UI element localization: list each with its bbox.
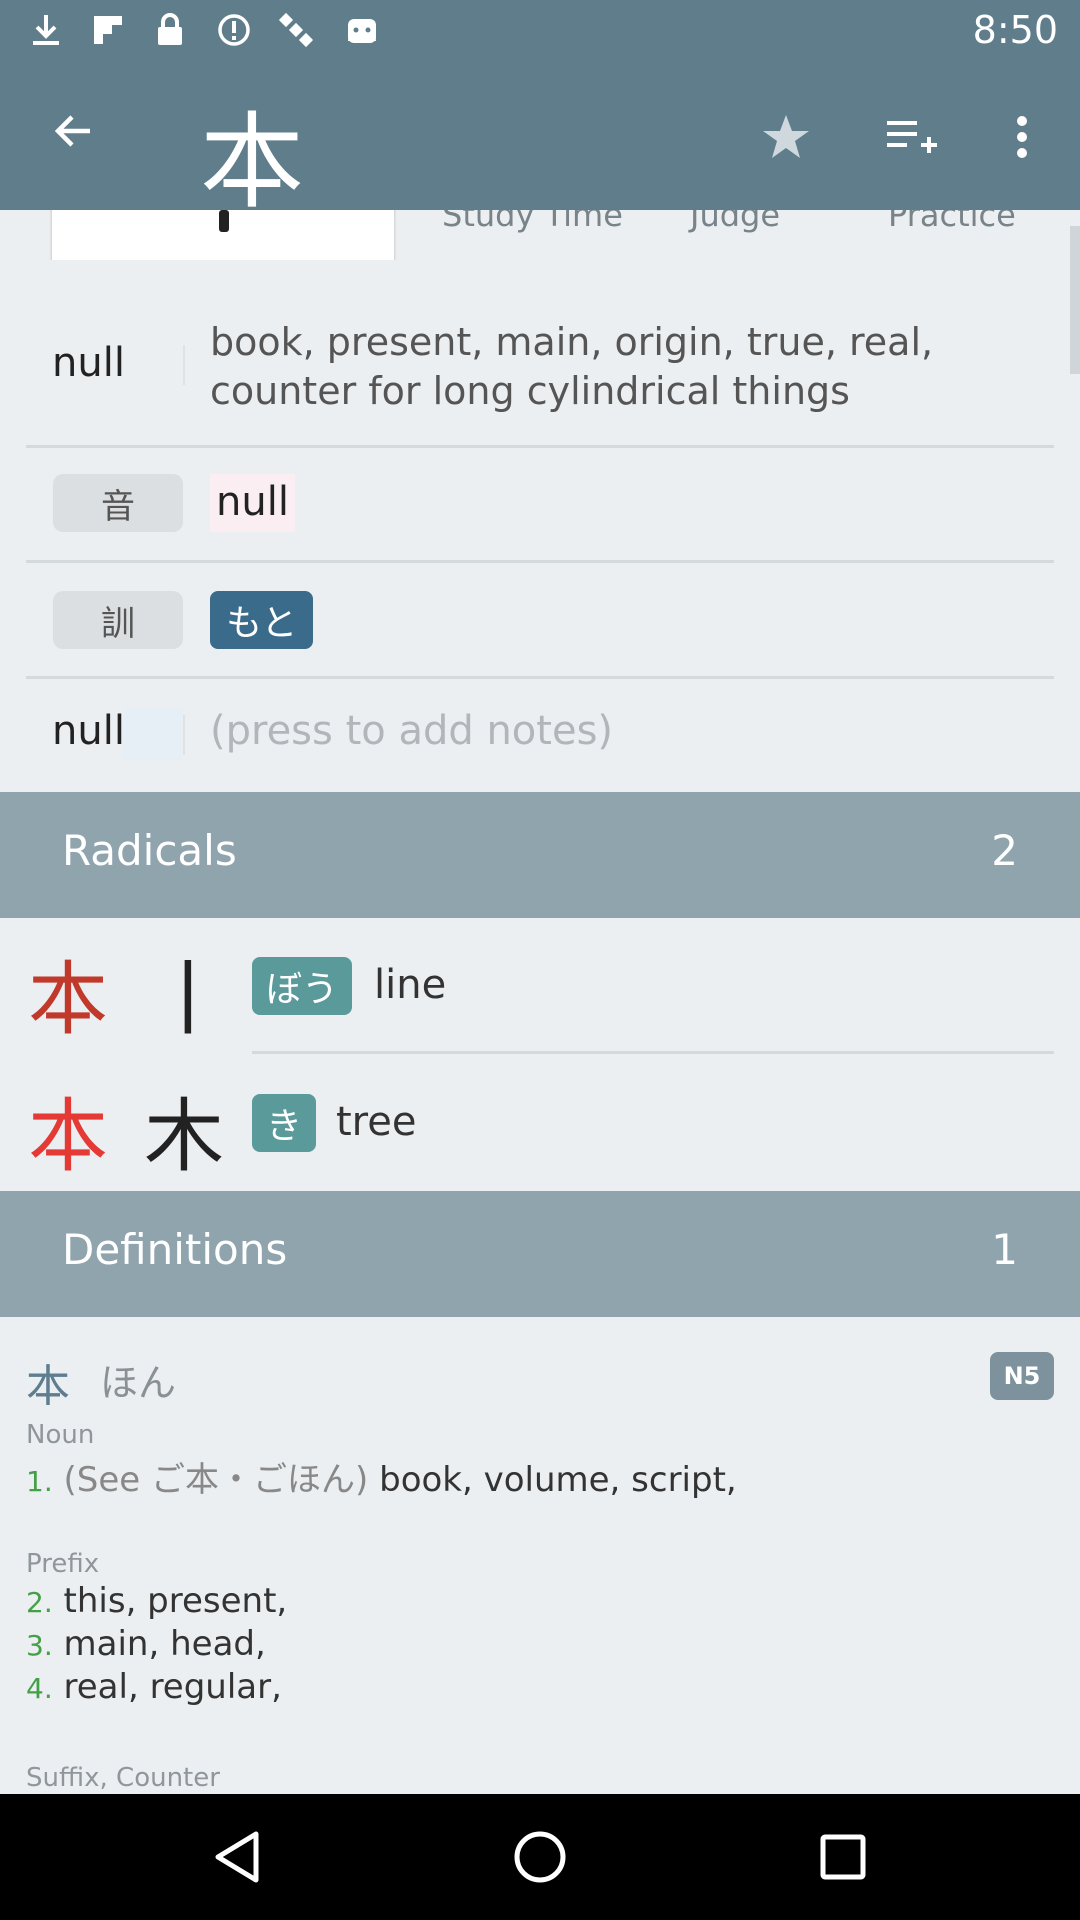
- part-of-speech: Prefix: [26, 1549, 100, 1579]
- part-of-speech: Suffix, Counter: [26, 1763, 220, 1793]
- sense-item: 2. this, present,: [26, 1581, 288, 1621]
- page-title: 本: [200, 101, 305, 223]
- scrollbar[interactable]: [1070, 226, 1080, 374]
- notes-label: null: [52, 708, 125, 754]
- sense-item: 3. main, head,: [26, 1624, 266, 1664]
- more-vert-icon[interactable]: [992, 107, 1052, 167]
- recents-square-icon[interactable]: [810, 1824, 876, 1890]
- radical-part: 丨: [148, 953, 228, 1046]
- status-time: 8:50: [972, 8, 1058, 52]
- sense-item: 1. (See ご本・ごほん) book, volume, script,: [26, 1460, 737, 1500]
- divider: [26, 676, 1054, 679]
- navigation-bar: [0, 1794, 1080, 1920]
- meaning-text: book, present, main, origin, true, real,…: [210, 320, 934, 413]
- back-triangle-icon[interactable]: [204, 1824, 270, 1890]
- lock-icon: [152, 12, 188, 48]
- radicals-header[interactable]: Radicals 2: [0, 792, 1080, 918]
- radical-reading-chip: き: [252, 1094, 317, 1152]
- definitions-title: Definitions: [62, 1225, 288, 1274]
- tab-study-time[interactable]: Study Time: [442, 210, 623, 234]
- divider: [252, 1051, 1054, 1054]
- radical-kanji: 本: [28, 953, 108, 1046]
- radicals-title: Radicals: [62, 826, 237, 875]
- download-icon: [28, 12, 64, 48]
- home-circle-icon[interactable]: [507, 1824, 573, 1890]
- study-tabs: Study Time Judge Practice: [0, 210, 1080, 260]
- notes-field[interactable]: (press to add notes): [210, 708, 613, 754]
- tab-judge[interactable]: Judge: [690, 210, 780, 234]
- definition-word: 本: [26, 1361, 70, 1412]
- radical-kanji: 本: [28, 1090, 108, 1183]
- meaning-label: null: [52, 340, 125, 386]
- sense-item: 4. real, regular,: [26, 1667, 282, 1707]
- satellite-icon: [278, 12, 314, 48]
- flipboard-icon: [90, 12, 126, 48]
- divider: [26, 560, 1054, 563]
- divider: [26, 445, 1054, 448]
- playlist-add-icon[interactable]: [882, 107, 942, 167]
- app-bar: 本: [0, 63, 1080, 223]
- android-icon: [344, 12, 380, 48]
- star-icon[interactable]: [756, 107, 816, 167]
- radical-meaning: line: [374, 962, 447, 1008]
- kun-reading-chip[interactable]: もと: [210, 591, 314, 649]
- on-reading-value[interactable]: null: [210, 474, 295, 532]
- definition-reading: ほん: [100, 1361, 177, 1405]
- on-reading-label: 音: [53, 474, 183, 532]
- sense-xref: (See ご本・ごほん): [63, 1460, 369, 1500]
- back-arrow-icon[interactable]: [44, 107, 104, 167]
- definitions-count: 1: [991, 1225, 1018, 1274]
- kun-reading-label: 訓: [53, 591, 183, 649]
- radical-meaning: tree: [336, 1099, 417, 1145]
- radical-part: 木: [144, 1090, 224, 1183]
- jlpt-level-badge: N5: [990, 1352, 1054, 1400]
- tab-practice[interactable]: Practice: [888, 210, 1016, 234]
- circle-exclamation-icon: [216, 12, 252, 48]
- status-bar: 8:50: [0, 0, 1080, 63]
- radicals-count: 2: [991, 826, 1018, 875]
- part-of-speech: Noun: [26, 1420, 95, 1450]
- radical-reading-chip: ぼう: [252, 957, 353, 1015]
- definitions-header[interactable]: Definitions 1: [0, 1191, 1080, 1317]
